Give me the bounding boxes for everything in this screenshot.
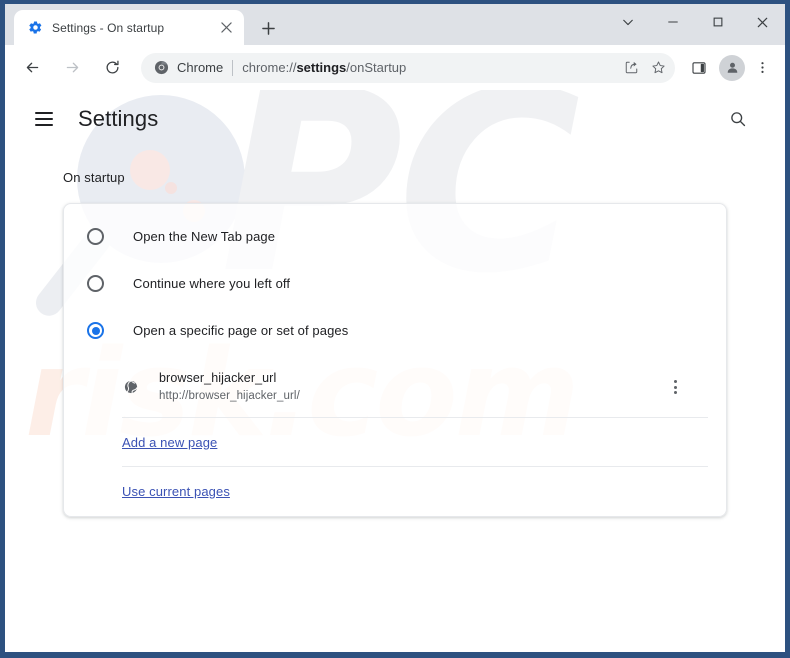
- three-dot-menu-icon[interactable]: [662, 374, 688, 400]
- minimize-icon[interactable]: [650, 4, 695, 40]
- browser-toolbar: Chrome chrome://settings/onStartup: [5, 45, 785, 90]
- radio-button-unchecked[interactable]: [87, 228, 104, 245]
- maximize-icon[interactable]: [695, 4, 740, 40]
- forward-arrow-icon[interactable]: [57, 53, 87, 83]
- settings-body: On startup Open the New Tab page Continu…: [5, 148, 785, 517]
- use-current-pages-link[interactable]: Use current pages: [122, 484, 230, 499]
- radio-option-specific-pages[interactable]: Open a specific page or set of pages: [64, 307, 726, 354]
- on-startup-card: Open the New Tab page Continue where you…: [63, 203, 727, 517]
- hamburger-menu-icon[interactable]: [27, 102, 61, 136]
- omnibox-url-prefix: chrome://: [242, 60, 297, 75]
- startup-page-name: browser_hijacker_url: [159, 371, 277, 385]
- close-icon[interactable]: [217, 18, 236, 37]
- radio-button-checked[interactable]: [87, 322, 104, 339]
- startup-page-row: browser_hijacker_url http://browser_hija…: [122, 359, 708, 418]
- tab-strip: Settings - On startup: [5, 4, 785, 45]
- browser-window-inner: Settings - On startup Chrome chrome://se…: [5, 4, 785, 652]
- browser-tab-settings[interactable]: Settings - On startup: [14, 10, 244, 45]
- omnibox-url: chrome://settings/onStartup: [242, 60, 617, 75]
- side-panel-icon[interactable]: [685, 54, 713, 82]
- startup-page-url: http://browser_hijacker_url/: [159, 390, 300, 402]
- use-current-pages-row: Use current pages: [64, 467, 726, 516]
- share-icon[interactable]: [618, 55, 644, 81]
- settings-header: Settings: [5, 90, 785, 148]
- window-controls: [605, 4, 785, 40]
- radio-label: Open a specific page or set of pages: [133, 323, 349, 338]
- three-dot-menu-icon[interactable]: [748, 54, 776, 82]
- close-icon[interactable]: [740, 4, 785, 40]
- add-new-page-row: Add a new page: [122, 418, 708, 467]
- globe-icon: [122, 378, 140, 396]
- tab-title: Settings - On startup: [52, 20, 165, 35]
- omnibox-url-bold: settings: [296, 60, 347, 75]
- startup-page-texts: browser_hijacker_url http://browser_hija…: [159, 369, 662, 405]
- add-a-new-page-link[interactable]: Add a new page: [122, 435, 217, 450]
- omnibox-separator: [232, 59, 234, 76]
- settings-page: PC risk.com Settings On sta: [5, 90, 785, 652]
- toolbar-right-actions: [682, 54, 776, 82]
- new-tab-icon[interactable]: [254, 14, 282, 42]
- star-icon[interactable]: [645, 55, 671, 81]
- radio-label: Continue where you left off: [133, 276, 291, 291]
- radio-option-new-tab-page[interactable]: Open the New Tab page: [64, 213, 726, 260]
- radio-button-unchecked[interactable]: [87, 275, 104, 292]
- omnibox-scheme-label: Chrome: [177, 60, 224, 75]
- chevron-down-icon[interactable]: [605, 4, 650, 40]
- section-label-on-startup: On startup: [63, 170, 125, 185]
- radio-inner-dot: [91, 326, 100, 335]
- chrome-logo-icon: [153, 60, 169, 76]
- back-arrow-icon[interactable]: [17, 53, 47, 83]
- browser-window: Settings - On startup Chrome chrome://se…: [0, 0, 790, 658]
- search-icon[interactable]: [721, 102, 755, 136]
- reload-icon[interactable]: [97, 53, 127, 83]
- omnibox-url-suffix: /onStartup: [346, 60, 407, 75]
- omnibox-actions: [617, 55, 671, 81]
- radio-option-continue-where-left-off[interactable]: Continue where you left off: [64, 260, 726, 307]
- gear-icon: [27, 20, 43, 36]
- radio-label: Open the New Tab page: [133, 229, 276, 244]
- avatar-icon[interactable]: [719, 54, 745, 81]
- page-title: Settings: [78, 106, 159, 131]
- address-bar[interactable]: Chrome chrome://settings/onStartup: [141, 52, 675, 83]
